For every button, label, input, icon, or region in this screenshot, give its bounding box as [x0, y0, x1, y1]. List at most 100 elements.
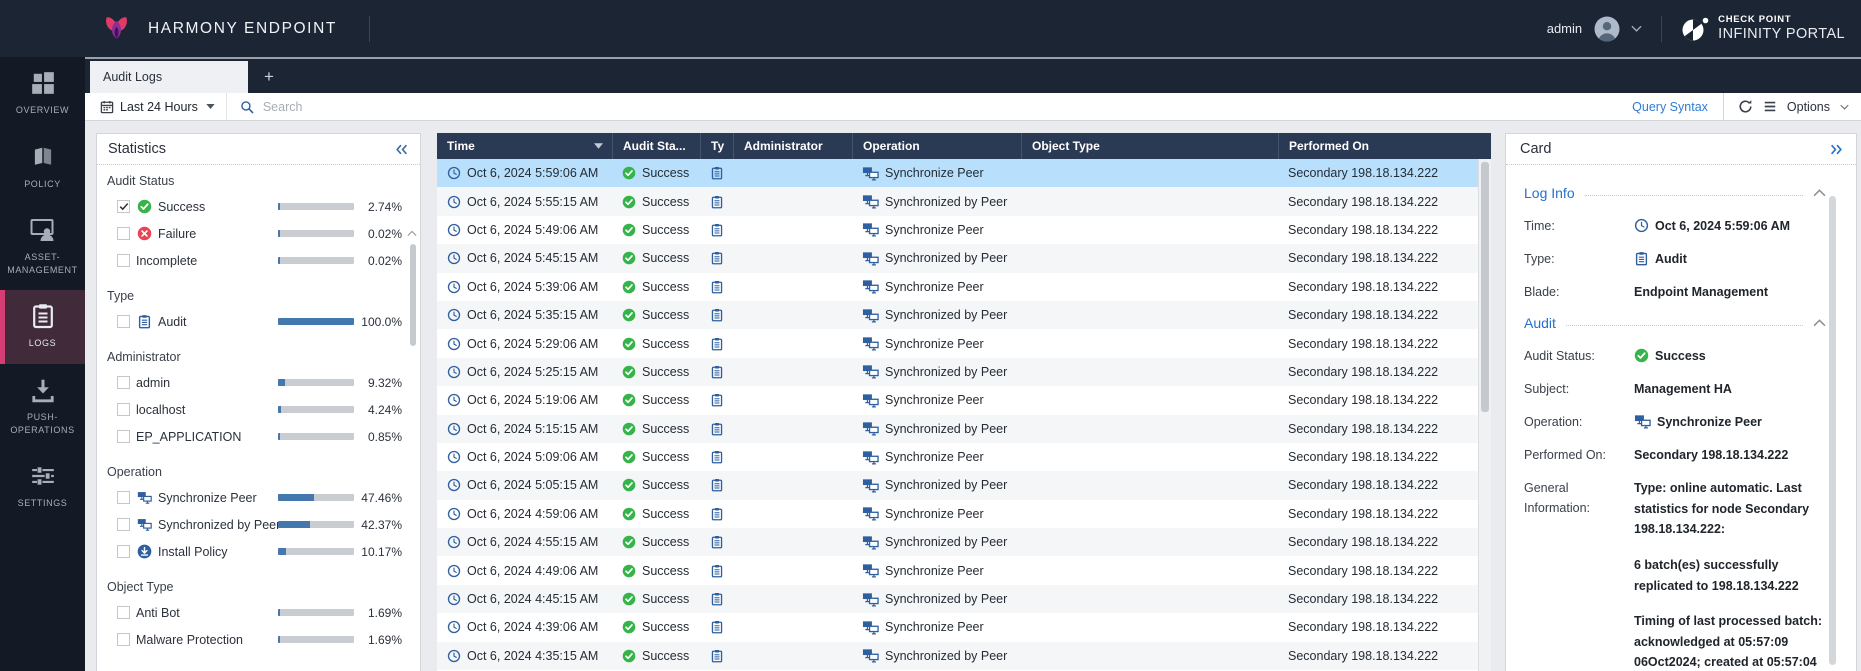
table-row[interactable]: Oct 6, 2024 5:39:06 AM Success Synchroni…	[437, 273, 1478, 301]
filter-bar	[278, 636, 354, 643]
clock-icon	[447, 649, 461, 663]
success-icon	[137, 199, 152, 214]
sidebar-item-settings[interactable]: SETTINGS	[0, 450, 85, 524]
search-box	[227, 93, 1632, 120]
chevron-down-icon	[1840, 104, 1849, 110]
table-row[interactable]: Oct 6, 2024 5:59:06 AM Success Synchroni…	[437, 159, 1478, 187]
column-header-status[interactable]: Audit Sta...	[612, 133, 700, 159]
filter-checkbox[interactable]	[117, 315, 130, 328]
tab-bar: Audit Logs +	[85, 57, 1861, 93]
sidebar-item-overview[interactable]: OVERVIEW	[0, 57, 85, 131]
infinity-portal-brand[interactable]: CHECK POINT INFINITY PORTAL	[1681, 14, 1845, 43]
filter-percent: 42.37%	[361, 518, 402, 532]
sort-caret-icon	[594, 143, 603, 149]
options-button[interactable]: Options	[1723, 93, 1861, 120]
filter-checkbox[interactable]	[117, 430, 130, 443]
table-row[interactable]: Oct 6, 2024 5:45:15 AM Success Synchroni…	[437, 244, 1478, 272]
table-row[interactable]: Oct 6, 2024 5:29:06 AM Success Synchroni…	[437, 329, 1478, 357]
app-title: HARMONY ENDPOINT	[148, 20, 337, 38]
table-row[interactable]: Oct 6, 2024 5:09:06 AM Success Synchroni…	[437, 443, 1478, 471]
collapse-panel-icon[interactable]	[395, 144, 408, 155]
filter-checkbox[interactable]	[117, 491, 130, 504]
clock-icon	[447, 393, 461, 407]
filter-percent: 100.0%	[361, 315, 402, 329]
chevron-up-icon[interactable]	[1813, 189, 1826, 197]
time-range-dropdown[interactable]: Last 24 Hours	[85, 93, 227, 120]
table-header: Time Audit Sta... Ty Administrator Opera…	[437, 133, 1491, 159]
table-row[interactable]: Oct 6, 2024 4:35:15 AM Success Synchroni…	[437, 642, 1478, 670]
chevron-up-icon[interactable]	[1813, 319, 1826, 327]
stats-filter-row: EP_APPLICATION 0.85%	[107, 423, 410, 450]
column-header-administrator[interactable]: Administrator	[733, 133, 852, 159]
sync-icon	[137, 490, 152, 505]
column-header-performed_on[interactable]: Performed On	[1278, 133, 1491, 159]
table-scrollbar-track[interactable]	[1478, 159, 1491, 671]
column-header-object_type[interactable]: Object Type	[1021, 133, 1278, 159]
card-field: Audit Status: Success	[1524, 346, 1826, 366]
column-header-time[interactable]: Time	[437, 133, 612, 159]
table-row[interactable]: Oct 6, 2024 4:45:15 AM Success Synchroni…	[437, 585, 1478, 613]
filter-checkbox[interactable]	[117, 254, 130, 267]
refresh-icon[interactable]	[1738, 99, 1753, 114]
sync-icon	[862, 279, 879, 294]
filter-checkbox[interactable]	[117, 403, 130, 416]
audit-icon	[710, 166, 724, 180]
sidebar-item-logs[interactable]: LOGS	[0, 290, 85, 364]
filter-label: Incomplete	[136, 254, 197, 268]
card-scrollbar[interactable]	[1829, 196, 1836, 665]
table-row[interactable]: Oct 6, 2024 5:25:15 AM Success Synchroni…	[437, 358, 1478, 386]
filter-checkbox[interactable]	[117, 227, 130, 240]
filter-label: Synchronize Peer	[158, 491, 257, 505]
search-input[interactable]	[263, 100, 663, 114]
table-row[interactable]: Oct 6, 2024 5:49:06 AM Success Synchroni…	[437, 216, 1478, 244]
table-row[interactable]: Oct 6, 2024 5:05:15 AM Success Synchroni…	[437, 471, 1478, 499]
stats-section: Operation Synchronize Peer 47.46% Synchr…	[107, 465, 410, 565]
sync-icon	[862, 535, 879, 550]
audit-icon	[710, 450, 724, 464]
table-row[interactable]: Oct 6, 2024 5:19:06 AM Success Synchroni…	[437, 386, 1478, 414]
audit-icon	[710, 478, 724, 492]
stats-scrollbar[interactable]	[410, 244, 416, 346]
user-menu[interactable]: admin	[1547, 16, 1642, 42]
table-row[interactable]: Oct 6, 2024 5:35:15 AM Success Synchroni…	[437, 301, 1478, 329]
brand-check-point: CHECK POINT	[1718, 14, 1845, 25]
sync-icon	[1634, 414, 1651, 429]
column-header-operation[interactable]: Operation	[852, 133, 1021, 159]
table-row[interactable]: Oct 6, 2024 5:55:15 AM Success Synchroni…	[437, 187, 1478, 215]
stats-filter-row: Success 2.74%	[107, 193, 410, 220]
success-icon	[622, 422, 636, 436]
sync-icon	[862, 620, 879, 635]
table-row[interactable]: Oct 6, 2024 4:55:15 AM Success Synchroni…	[437, 528, 1478, 556]
harmony-lotus-logo-icon	[103, 14, 130, 43]
sidebar-item-policy[interactable]: POLICY	[0, 131, 85, 205]
table-row[interactable]: Oct 6, 2024 4:39:06 AM Success Synchroni…	[437, 613, 1478, 641]
brand-infinity-portal: INFINITY PORTAL	[1718, 26, 1845, 43]
scroll-up-icon[interactable]	[407, 230, 417, 237]
topbar: HARMONY ENDPOINT admin CHECK POINT INFIN…	[0, 0, 1861, 57]
tab-audit-logs[interactable]: Audit Logs	[90, 61, 248, 93]
add-tab-button[interactable]: +	[248, 61, 290, 93]
sidebar-item-asset-management[interactable]: ASSET- MANAGEMENT	[0, 204, 85, 290]
filter-percent: 0.02%	[368, 227, 402, 241]
clock-icon	[447, 592, 461, 606]
sidebar-item-push-operations[interactable]: PUSH- OPERATIONS	[0, 364, 85, 450]
filter-checkbox[interactable]	[117, 633, 130, 646]
filter-checkbox[interactable]	[117, 376, 130, 389]
table-row[interactable]: Oct 6, 2024 4:59:06 AM Success Synchroni…	[437, 500, 1478, 528]
filter-checkbox[interactable]	[117, 518, 130, 531]
table-row[interactable]: Oct 6, 2024 5:15:15 AM Success Synchroni…	[437, 415, 1478, 443]
clock-icon	[447, 308, 461, 322]
success-icon	[622, 649, 636, 663]
filter-checkbox[interactable]	[117, 606, 130, 619]
column-header-type[interactable]: Ty	[700, 133, 733, 159]
filter-checkbox[interactable]	[117, 200, 130, 213]
card-field: Operation: Synchronize Peer	[1524, 412, 1826, 432]
card-field-label: General Information:	[1524, 478, 1634, 518]
collapse-card-icon[interactable]	[1830, 144, 1843, 155]
query-syntax-link[interactable]: Query Syntax	[1632, 100, 1708, 114]
install-icon	[137, 544, 152, 559]
table-scrollbar[interactable]	[1481, 162, 1489, 412]
filter-checkbox[interactable]	[117, 545, 130, 558]
table-row[interactable]: Oct 6, 2024 4:49:06 AM Success Synchroni…	[437, 556, 1478, 584]
filter-bar	[278, 230, 354, 237]
